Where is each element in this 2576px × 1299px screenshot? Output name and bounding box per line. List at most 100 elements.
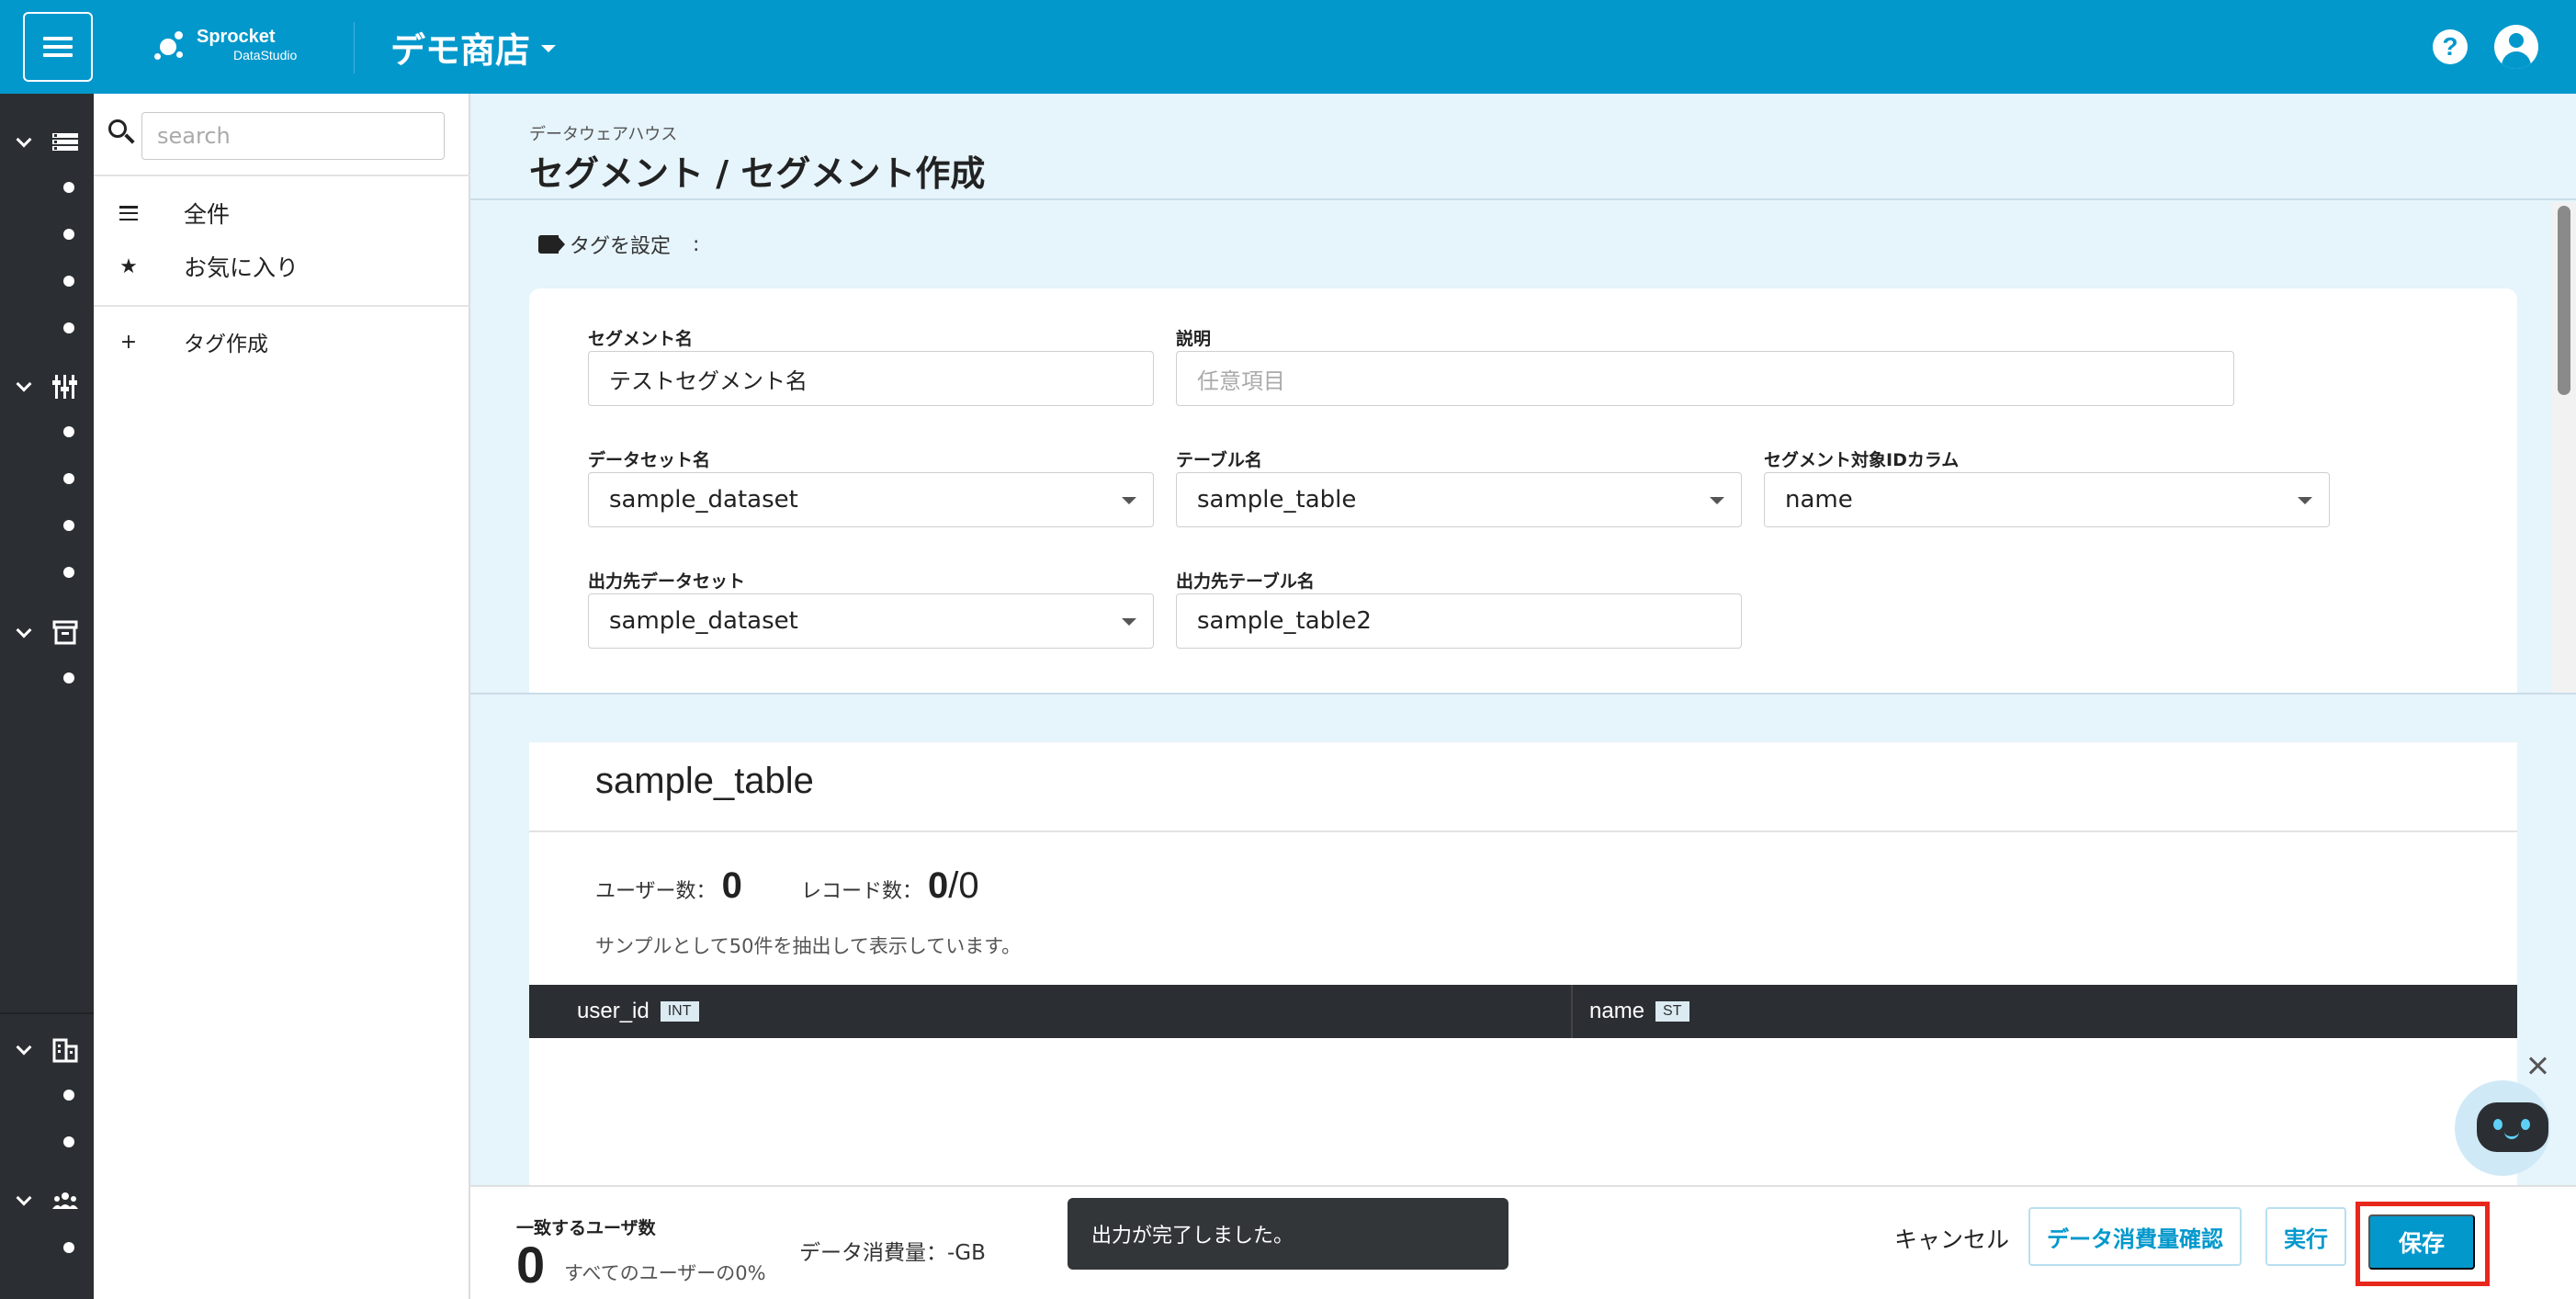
rail-subitem[interactable]: [63, 1136, 74, 1147]
side-item-create-tag[interactable]: + タグ作成: [118, 323, 268, 360]
users-icon: [52, 1192, 78, 1209]
out-dataset-select[interactable]: sample_dataset: [588, 593, 1154, 649]
tag-icon: [538, 235, 566, 254]
out-table-input[interactable]: sample_table2: [1176, 593, 1742, 649]
form-scrollbar[interactable]: [2552, 202, 2576, 693]
sprocket-logo-icon: [154, 26, 187, 62]
record-count-value: 0: [928, 865, 949, 906]
out-dataset-label: 出力先データセット: [588, 571, 746, 592]
tag-setting[interactable]: タグを設定 :: [538, 230, 699, 259]
rail-group-filters[interactable]: [0, 369, 94, 406]
toast-message: 出力が完了しました。: [1091, 1225, 1294, 1248]
menu-button[interactable]: [23, 12, 93, 82]
hamburger-icon: [43, 37, 73, 57]
shop-selector[interactable]: デモ商店: [390, 22, 557, 72]
side-divider: [94, 175, 470, 176]
rail-separator: [0, 1012, 94, 1014]
main-content: データウェアハウス セグメント / セグメント作成 タグを設定 : セグメント名…: [470, 94, 2576, 1299]
rail-subitem[interactable]: [63, 276, 74, 287]
dataset-value: sample_dataset: [609, 486, 798, 514]
table-label: テーブル名: [1176, 450, 1262, 470]
out-table-value: sample_table2: [1197, 607, 1372, 635]
id-column-select[interactable]: name: [1764, 472, 2330, 527]
chevron-down-icon: [16, 376, 32, 392]
rail-subitem[interactable]: [63, 182, 74, 193]
search-input[interactable]: [141, 112, 445, 160]
rail-subitem[interactable]: [63, 520, 74, 531]
chevron-down-icon: [16, 622, 32, 638]
column-name: user_id: [577, 999, 650, 1023]
building-icon: [52, 1038, 78, 1063]
description-input[interactable]: 任意項目: [1176, 351, 2234, 406]
close-icon[interactable]: [2526, 1055, 2548, 1077]
side-divider: [94, 305, 470, 307]
chevron-down-icon: [16, 1039, 32, 1056]
caret-down-icon: [541, 45, 557, 52]
id-column-value: name: [1785, 486, 1853, 514]
side-item-label: お気に入り: [184, 254, 299, 281]
column-type-badge: ST: [1655, 1001, 1689, 1022]
column-header-user-id[interactable]: user_id INT: [577, 985, 699, 1038]
dropdown-arrow-icon: [1122, 618, 1136, 626]
column-type-badge: INT: [660, 1001, 699, 1022]
tag-setting-label: タグを設定: [570, 235, 672, 258]
table-select[interactable]: sample_table: [1176, 472, 1742, 527]
side-item-all[interactable]: 全件: [118, 195, 230, 232]
user-count-label: ユーザー数：: [595, 880, 717, 903]
column-separator: [1571, 985, 1573, 1038]
cancel-button[interactable]: キャンセル: [1876, 1209, 2028, 1268]
action-footer: 一致するユーザ数 0 すべてのユーザーの0% データ消費量：-GB 出力が完了し…: [470, 1185, 2576, 1299]
help-icon[interactable]: ?: [2433, 29, 2468, 64]
rail-subitem[interactable]: [63, 1242, 74, 1253]
rail-subitem[interactable]: [63, 1090, 74, 1101]
segment-name-input[interactable]: テストセグメント名: [588, 351, 1154, 406]
section-divider: [470, 693, 2576, 695]
account-icon[interactable]: [2494, 25, 2538, 69]
record-count-total: /0: [948, 865, 979, 906]
rail-group-users[interactable]: [0, 1183, 94, 1220]
record-count-label: レコード数：: [801, 880, 923, 903]
dataset-select[interactable]: sample_dataset: [588, 472, 1154, 527]
toast-notification: 出力が完了しました。: [1068, 1198, 1508, 1270]
logo-sub: DataStudio: [233, 47, 298, 62]
app-header: Sprocket DataStudio デモ商店 ?: [0, 0, 2576, 94]
rail-subitem[interactable]: [63, 229, 74, 240]
rail-subitem[interactable]: [63, 426, 74, 437]
rail-group-company[interactable]: [0, 1033, 94, 1069]
side-item-favorites[interactable]: ★ お気に入り: [118, 248, 299, 285]
check-usage-button[interactable]: データ消費量確認: [2028, 1207, 2242, 1266]
breadcrumb: データウェアハウス: [529, 125, 678, 144]
rail-group-archive[interactable]: [0, 616, 94, 652]
side-panel: 全件 ★ お気に入り + タグ作成: [94, 94, 470, 1299]
dropdown-arrow-icon: [2298, 497, 2312, 504]
column-header-name[interactable]: name ST: [1589, 985, 1689, 1038]
dropdown-arrow-icon: [1122, 497, 1136, 504]
rail-subitem[interactable]: [63, 672, 74, 683]
sample-note: サンプルとして50件を抽出して表示しています。: [595, 935, 1022, 957]
side-item-label: タグ作成: [184, 333, 268, 356]
record-count: レコード数： 0 /0: [801, 865, 979, 907]
title-divider: [470, 198, 2576, 200]
rail-subitem[interactable]: [63, 567, 74, 578]
shop-name: デモ商店: [390, 29, 531, 71]
match-count-value: 0: [516, 1236, 546, 1293]
chevron-down-icon: [16, 1190, 32, 1206]
rail-subitem[interactable]: [63, 322, 74, 333]
out-table-label: 出力先テーブル名: [1176, 571, 1315, 592]
scrollbar-thumb[interactable]: [2558, 206, 2570, 395]
description-placeholder: 任意項目: [1197, 367, 1285, 394]
archive-icon: [52, 620, 78, 645]
app-logo[interactable]: Sprocket DataStudio: [154, 26, 297, 62]
logo-name: Sprocket: [197, 26, 276, 47]
database-icon: [52, 133, 78, 151]
run-button[interactable]: 実行: [2265, 1207, 2346, 1266]
column-name: name: [1589, 999, 1645, 1023]
list-icon: [118, 206, 140, 220]
chatbot-icon[interactable]: [2455, 1080, 2550, 1176]
rail-group-database[interactable]: [0, 125, 94, 162]
segment-name-value: テストセグメント名: [609, 367, 808, 394]
sliders-icon: [52, 375, 77, 399]
save-button[interactable]: 保存: [2368, 1214, 2475, 1270]
match-percent: すべてのユーザーの0%: [564, 1262, 766, 1284]
rail-subitem[interactable]: [63, 473, 74, 484]
